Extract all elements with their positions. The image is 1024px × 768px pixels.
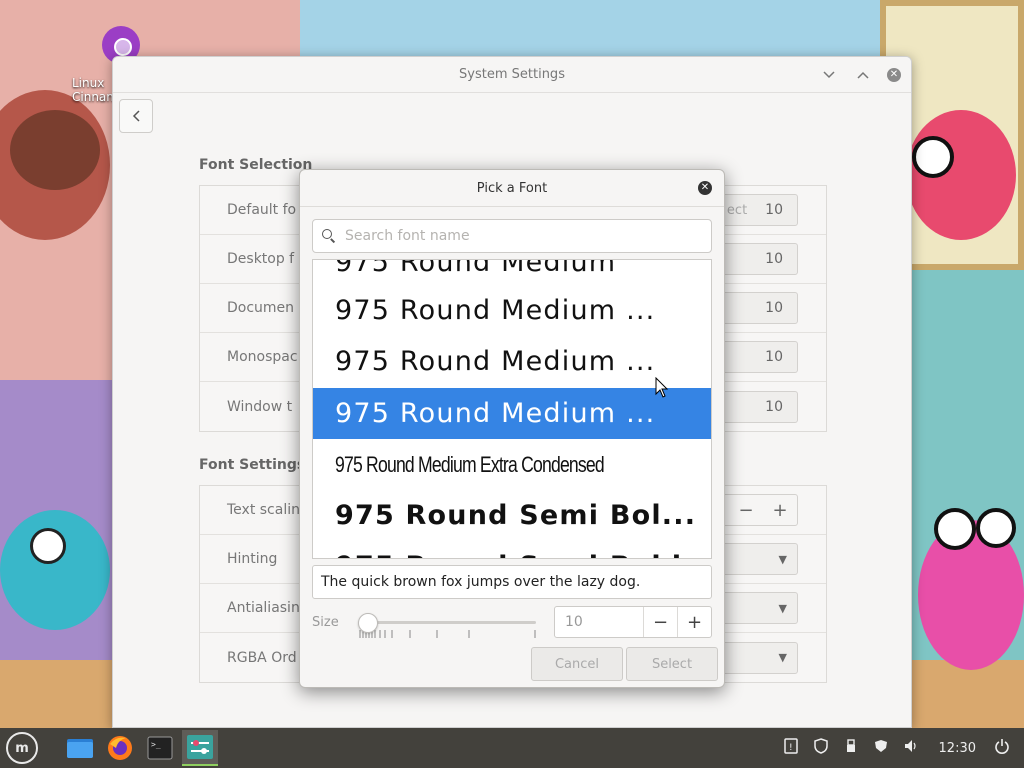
font-list-item[interactable]: 975 Round Medium ... <box>313 336 711 387</box>
shield-icon[interactable] <box>813 738 829 758</box>
chevron-down-icon <box>823 71 835 79</box>
chevron-up-icon <box>857 71 869 79</box>
close-button[interactable]: ✕ <box>887 68 901 82</box>
size-value[interactable]: 10 <box>555 614 643 630</box>
font-preview-field[interactable]: The quick brown fox jumps over the lazy … <box>312 565 712 599</box>
select-button[interactable]: Select <box>626 647 718 681</box>
usb-icon[interactable] <box>843 738 859 758</box>
settings-icon <box>187 735 213 759</box>
setting-label: Default fo <box>227 202 297 218</box>
font-list-item[interactable]: 975 Round Medium ... <box>313 285 711 336</box>
minimize-button[interactable] <box>819 65 839 85</box>
dropdown-arrow-icon: ▼ <box>778 552 787 566</box>
files-icon <box>67 739 93 758</box>
size-slider[interactable] <box>356 610 536 640</box>
setting-label: Window t <box>227 398 293 415</box>
setting-label: RGBA Ord <box>227 649 297 666</box>
font-list-item[interactable]: 975 Round Semi Bold <box>313 541 711 558</box>
font-selection-heading: Font Selection <box>199 157 313 173</box>
files-launcher[interactable] <box>62 730 98 766</box>
size-increment-button[interactable]: + <box>677 607 711 637</box>
mouse-cursor-icon <box>655 377 669 398</box>
setting-label: Hinting <box>227 551 278 567</box>
font-search-field[interactable] <box>312 219 712 253</box>
mint-menu-button[interactable]: m <box>6 732 38 764</box>
font-list[interactable]: 975 Round Medium 975 Round Medium ... 97… <box>312 259 712 559</box>
slider-knob[interactable] <box>358 613 378 633</box>
chevron-left-icon <box>132 110 140 122</box>
font-list-item[interactable]: 975 Round Medium <box>313 260 711 288</box>
pick-font-dialog: Pick a Font ✕ 975 Round Medium 975 Round… <box>299 169 725 688</box>
setting-label: Text scalin <box>227 502 300 518</box>
settings-launcher[interactable] <box>182 730 218 766</box>
setting-label: Monospac <box>227 349 298 365</box>
font-list-item-selected[interactable]: 975 Round Medium ... <box>313 388 711 439</box>
size-label: Size <box>312 615 339 630</box>
preview-text: The quick brown fox jumps over the lazy … <box>321 574 641 590</box>
decrement-button[interactable]: − <box>729 500 763 521</box>
update-manager-icon[interactable]: ! <box>783 738 799 758</box>
search-icon <box>321 228 337 244</box>
setting-label: Documen <box>227 300 295 316</box>
dropdown-arrow-icon: ▼ <box>778 651 787 664</box>
dropdown-arrow-icon: ▼ <box>778 601 787 615</box>
mint-logo-icon: m <box>15 740 29 756</box>
window-title: System Settings <box>459 67 565 82</box>
power-icon[interactable] <box>994 738 1010 758</box>
svg-text:>_: >_ <box>151 740 161 749</box>
terminal-icon: >_ <box>147 736 173 760</box>
dialog-titlebar[interactable]: Pick a Font ✕ <box>300 170 724 207</box>
settings-titlebar[interactable]: System Settings ✕ <box>113 57 911 93</box>
maximize-button[interactable] <box>853 65 873 85</box>
terminal-launcher[interactable]: >_ <box>142 730 178 766</box>
system-tray: ! 12:30 <box>783 728 1024 768</box>
slider-ticks <box>359 630 536 638</box>
dialog-close-button[interactable]: ✕ <box>698 181 712 195</box>
firefox-icon <box>108 736 132 760</box>
increment-button[interactable]: + <box>763 500 797 521</box>
slider-trough <box>360 621 536 624</box>
back-button[interactable] <box>119 99 153 133</box>
size-spinbutton[interactable]: 10 − + <box>554 606 712 638</box>
font-list-item[interactable]: 975 Round Semi Bol... <box>313 490 711 541</box>
network-icon[interactable] <box>873 738 889 758</box>
volume-icon[interactable] <box>903 738 919 758</box>
size-decrement-button[interactable]: − <box>643 607 677 637</box>
setting-label: Desktop f <box>227 251 295 267</box>
clock[interactable]: 12:30 <box>939 741 976 756</box>
firefox-launcher[interactable] <box>102 730 138 766</box>
cancel-button[interactable]: Cancel <box>531 647 623 681</box>
taskbar: m >_ ! 12:30 <box>0 728 1024 768</box>
font-search-input[interactable] <box>345 228 685 244</box>
font-list-item[interactable]: 975 Round Medium Extra Condensed <box>313 439 711 490</box>
dialog-title: Pick a Font <box>476 180 548 196</box>
setting-label: Antialiasing <box>227 600 309 616</box>
svg-text:!: ! <box>789 743 793 753</box>
font-settings-heading: Font Settings <box>199 457 306 473</box>
